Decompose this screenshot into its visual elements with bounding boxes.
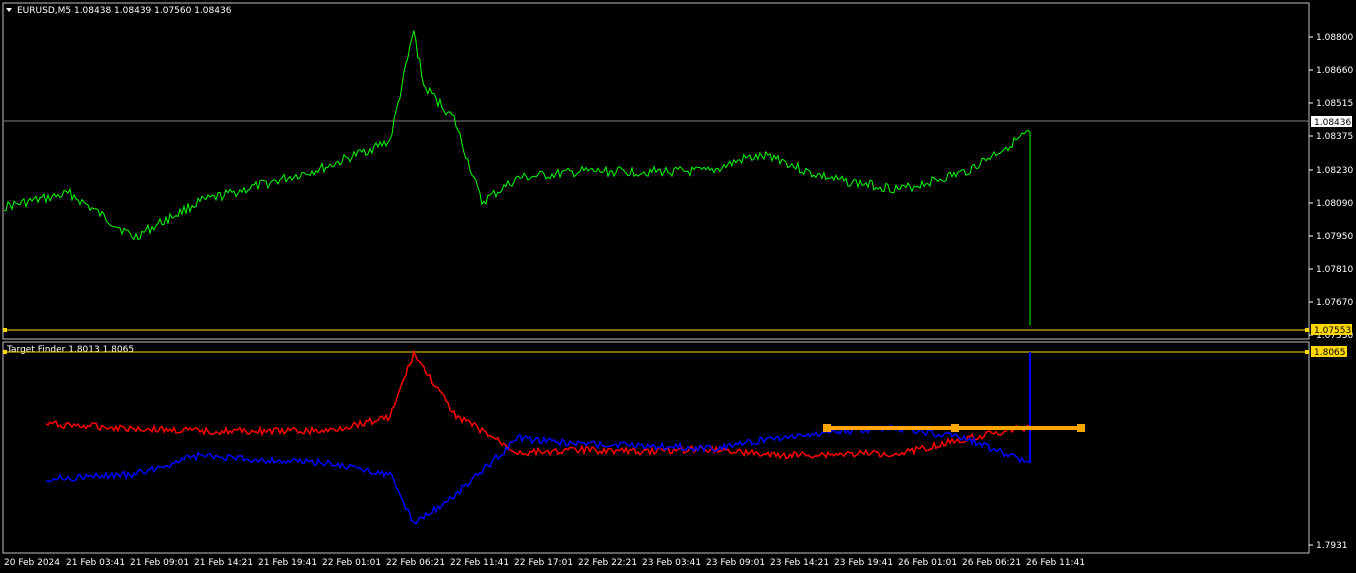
target-line-handle-right[interactable] [1077,424,1085,432]
price-tick-label: 1.07810 [1316,265,1353,275]
time-label: 22 Feb 11:41 [450,558,509,568]
trading-chart[interactable]: EURUSD,M5 1.08438 1.08439 1.07560 1.0843… [0,0,1356,573]
time-label: 22 Feb 01:01 [322,558,381,568]
target-line-handle-left[interactable] [823,424,831,432]
indicator-yellow-line-handle-left[interactable] [3,350,7,354]
time-label: 21 Feb 09:01 [130,558,189,568]
target-line-handle-mid[interactable] [951,424,959,432]
time-label: 21 Feb 03:41 [66,558,125,568]
current-price-label: 1.08436 [1314,118,1351,128]
chart-background [0,0,1356,573]
time-label: 22 Feb 06:21 [386,558,445,568]
time-label: 21 Feb 19:41 [258,558,317,568]
price-yellow-line-handle-left[interactable] [3,328,7,332]
time-label: 26 Feb 06:21 [962,558,1021,568]
price-tick-label: 1.08515 [1316,99,1353,109]
yellow-line-label: 1.07553 [1314,326,1351,336]
time-label: 23 Feb 14:21 [770,558,829,568]
time-label: 20 Feb 2024 [4,558,60,568]
price-tick-label: 1.07950 [1316,232,1353,242]
time-label: 26 Feb 11:41 [1026,558,1085,568]
price-tick-label: 1.07670 [1316,298,1353,308]
time-label: 22 Feb 22:21 [578,558,637,568]
time-axis: 20 Feb 2024 21 Feb 03:41 21 Feb 09:01 21… [4,558,1085,568]
symbol-header: EURUSD,M5 1.08438 1.08439 1.07560 1.0843… [17,6,232,16]
time-label: 21 Feb 14:21 [194,558,253,568]
indicator-bottom-tick: 1.7931 [1316,541,1348,551]
price-tick-label: 1.08800 [1316,33,1353,43]
price-yellow-line-handle-right[interactable] [1305,328,1309,332]
indicator-yellow-line-handle-right[interactable] [1305,350,1309,354]
time-label: 26 Feb 01:01 [898,558,957,568]
price-tick-label: 1.08090 [1316,199,1353,209]
time-label: 23 Feb 09:01 [706,558,765,568]
time-label: 22 Feb 17:01 [514,558,573,568]
price-tick-label: 1.08230 [1316,166,1353,176]
indicator-top-label: 1.8065 [1314,348,1346,358]
time-label: 23 Feb 03:41 [642,558,701,568]
price-tick-label: 1.08660 [1316,66,1353,76]
indicator-header: Target Finder 1.8013 1.8065 [6,345,134,355]
price-tick-label: 1.08375 [1316,132,1353,142]
time-label: 23 Feb 19:41 [834,558,893,568]
